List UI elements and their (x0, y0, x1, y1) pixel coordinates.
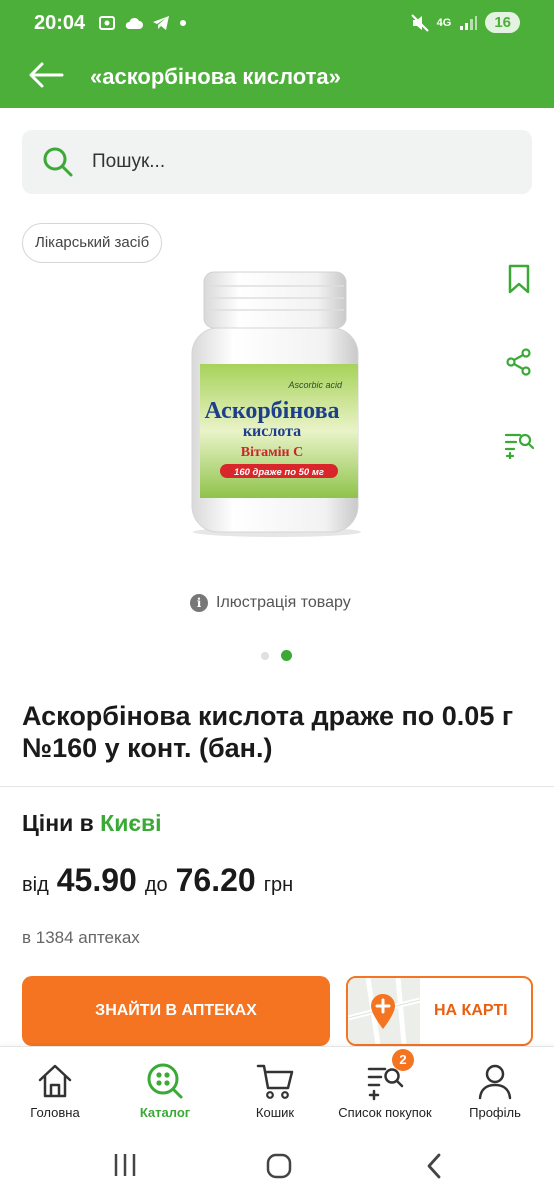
currency: грн (263, 874, 294, 896)
add-to-list-button[interactable] (500, 426, 538, 464)
map-pin-icon (371, 994, 395, 1029)
notification-icons (98, 14, 188, 32)
search-icon (43, 147, 73, 177)
price-from-label: від (22, 874, 49, 896)
nav-label-shopping-list: Список покупок (338, 1105, 432, 1120)
category-chip[interactable]: Лікарський засіб (22, 223, 163, 263)
telegram-icon (153, 16, 169, 30)
screenshot-icon (99, 16, 115, 30)
nav-label-catalog: Каталог (139, 1105, 191, 1120)
network-type: 4G (436, 16, 452, 29)
search-bar[interactable] (22, 130, 532, 194)
image-caption: i Ілюстрація товару (190, 594, 351, 612)
label-dosage: 160 драже по 50 мг (234, 467, 324, 478)
back-button-icon[interactable] (424, 1152, 444, 1180)
info-icon: i (190, 594, 208, 612)
price-range: від 45.90 до 76.20 грн (22, 862, 293, 899)
status-time: 20:04 (34, 12, 86, 34)
carousel-dot-active[interactable] (281, 650, 292, 661)
product-title: Аскорбінова кислота драже по 0.05 г №160… (22, 701, 514, 763)
home-button-icon[interactable] (265, 1152, 293, 1180)
nav-label-home: Головна (30, 1105, 80, 1120)
carousel-indicator (261, 650, 292, 661)
find-in-pharmacies-button[interactable]: ЗНАЙТИ В АПТЕКАХ (22, 976, 330, 1046)
label-latin: Ascorbic acid (287, 380, 343, 390)
signal-icon (460, 15, 478, 30)
carousel-dot[interactable] (261, 651, 269, 660)
top-bar: 20:04 4G 16 «аскорбінова кислота» (0, 0, 554, 108)
system-indicators: 4G 16 (410, 12, 520, 33)
app-bar: «аскорбінова кислота» (0, 48, 554, 108)
bottom-nav: Головна Каталог Кошик 2 Список покупок П… (0, 1046, 554, 1134)
label-vitamin: Вітамін С (241, 445, 303, 460)
cloud-icon (125, 17, 143, 29)
back-arrow-icon[interactable] (28, 60, 64, 90)
nav-label-cart: Кошик (255, 1105, 295, 1120)
nav-item-shopping-list[interactable]: 2 Список покупок (330, 1049, 440, 1120)
share-icon (506, 348, 531, 376)
share-button[interactable] (500, 343, 538, 381)
add-to-list-icon (504, 433, 534, 459)
battery-indicator: 16 (485, 12, 520, 33)
nav-label-profile: Профіль (469, 1105, 521, 1120)
shopping-list-badge: 2 (392, 1049, 414, 1071)
product-image[interactable]: Ascorbic acid Аскорбінова кислота Вітамі… (184, 270, 370, 538)
prices-city-heading: Ціни в Києві (22, 810, 162, 837)
status-bar: 20:04 4G 16 (0, 0, 554, 48)
prices-in-label: Ціни в (22, 810, 94, 836)
nav-item-catalog[interactable]: Каталог (110, 1061, 220, 1120)
dot-icon (180, 20, 186, 26)
price-min: 45.90 (56, 862, 137, 898)
profile-icon (478, 1064, 512, 1100)
price-max: 76.20 (175, 862, 256, 898)
image-caption-text: Ілюстрація товару (216, 594, 351, 611)
label-name-line2: кислота (243, 423, 301, 440)
system-navigation (0, 1134, 554, 1200)
cart-icon (256, 1064, 294, 1099)
bookmark-button[interactable] (500, 260, 538, 298)
nav-item-profile[interactable]: Профіль (440, 1061, 550, 1120)
search-input[interactable] (92, 130, 512, 194)
city-link[interactable]: Києві (100, 810, 161, 836)
catalog-icon (147, 1063, 183, 1099)
map-button-label: НА КАРТІ (434, 1002, 508, 1019)
bookmark-icon (508, 264, 530, 294)
divider (0, 786, 554, 787)
home-icon (38, 1064, 72, 1098)
nav-item-cart[interactable]: Кошик (220, 1061, 330, 1120)
price-to-label: до (144, 874, 168, 896)
pharmacies-count: в 1384 аптеках (22, 928, 140, 947)
label-name-line1: Аскорбінова (204, 398, 339, 424)
map-button[interactable]: НА КАРТІ (346, 976, 533, 1046)
recent-apps-icon[interactable] (112, 1152, 138, 1178)
page-title: «аскорбінова кислота» (90, 64, 341, 89)
mute-icon (410, 13, 429, 32)
nav-item-home[interactable]: Головна (0, 1061, 110, 1120)
